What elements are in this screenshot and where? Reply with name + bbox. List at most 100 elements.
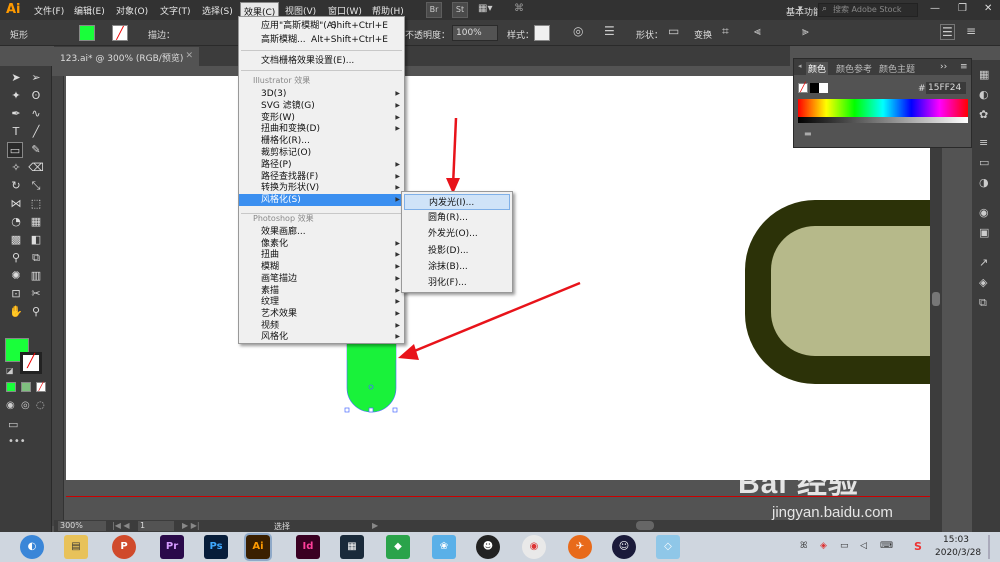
- input-method-icon[interactable]: ⌨: [880, 541, 893, 551]
- photoshop-effect-item[interactable]: 风格化 ▶: [239, 331, 404, 343]
- tab-color-guide[interactable]: 颜色参考: [836, 62, 872, 75]
- panel-expand-icon[interactable]: ››: [940, 62, 947, 72]
- baidu-watermark: Bai 经验 jingyan.baidu.com: [738, 458, 893, 521]
- zoom-field[interactable]: 300%: [58, 521, 106, 531]
- volume-icon[interactable]: ◁: [860, 541, 867, 551]
- hex-input[interactable]: 15FF24: [926, 82, 966, 94]
- layers-icon[interactable]: ◈: [979, 276, 987, 289]
- photoshop-effect-item[interactable]: 扭曲 ▶: [239, 249, 404, 261]
- app-bird-icon[interactable]: ❀: [432, 535, 456, 559]
- powerpoint-icon[interactable]: P: [112, 535, 136, 559]
- stylize-item[interactable]: 外发光(O)...: [404, 226, 510, 242]
- illustrator-icon[interactable]: Ai: [244, 533, 272, 561]
- photoshop-effect-item[interactable]: 素描 ▶: [239, 285, 404, 297]
- network-icon[interactable]: ▭: [840, 541, 849, 551]
- photoshop-effect-item[interactable]: 效果画廊...: [239, 226, 404, 238]
- black-swatch[interactable]: [810, 83, 819, 93]
- app-orange-icon[interactable]: ✈: [568, 535, 592, 559]
- illustrator-effect-item[interactable]: 变形(W) ▶: [239, 112, 404, 124]
- photoshop-effect-item[interactable]: 纹理 ▶: [239, 296, 404, 308]
- submenu-arrow-icon: ▶: [395, 172, 400, 180]
- tab-color[interactable]: 颜色: [806, 62, 829, 75]
- photoshop-effect-item-label: 风格化: [261, 332, 289, 343]
- artboard-number-field[interactable]: 1: [138, 521, 174, 531]
- video-editor-icon[interactable]: ▦: [340, 535, 364, 559]
- status-arrow-icon[interactable]: ▶: [372, 521, 378, 530]
- illustrator-effect-item-label: 路径查找器(F): [261, 171, 319, 182]
- effect-menu: 应用"高斯模糊"(A) Shift+Ctrl+E 高斯模糊... Alt+Shift…: [238, 16, 405, 344]
- illustrator-effect-item[interactable]: 风格化(S) ▶: [239, 194, 404, 207]
- illustrator-effect-item[interactable]: 栅格化(R)...: [239, 135, 404, 147]
- menu-item-apply-last[interactable]: 应用"高斯模糊"(A) Shift+Ctrl+E: [239, 20, 404, 32]
- photoshop-icon[interactable]: Ps: [204, 535, 228, 559]
- show-desktop[interactable]: [988, 535, 990, 559]
- hscroll-thumb[interactable]: [636, 521, 654, 530]
- white-swatch[interactable]: [819, 83, 828, 93]
- arrow-to-submenu: [451, 117, 458, 187]
- scroll-thumb[interactable]: [932, 292, 940, 306]
- illustrator-effect-item[interactable]: 转换为形状(V) ▶: [239, 182, 404, 194]
- stylize-item[interactable]: 内发光(I)...: [404, 194, 510, 210]
- photoshop-effect-item[interactable]: 像素化 ▶: [239, 238, 404, 250]
- last-effect-label: 高斯模糊...: [261, 35, 306, 45]
- swatches-icon[interactable]: ◐: [979, 88, 989, 101]
- graphic-styles-icon[interactable]: ▣: [979, 226, 989, 239]
- illustrator-effect-item[interactable]: 路径查找器(F) ▶: [239, 171, 404, 183]
- none-color-icon[interactable]: ╱: [798, 83, 808, 93]
- photoshop-effect-item[interactable]: 视频 ▶: [239, 320, 404, 332]
- photoshop-effect-item-label: 艺术效果: [261, 308, 298, 319]
- stroke-panel-icon[interactable]: ≡: [979, 136, 988, 149]
- chrome-icon[interactable]: ◉: [522, 535, 546, 559]
- gradient-panel-icon[interactable]: ▭: [979, 156, 989, 169]
- color-panel-icon[interactable]: ▦: [979, 68, 989, 81]
- clock-time: 15:03: [943, 535, 969, 545]
- panel-handle-icon[interactable]: ▬: [804, 129, 812, 138]
- photoshop-effect-item[interactable]: 画笔描边 ▶: [239, 273, 404, 285]
- clock-date: 2020/3/28: [935, 548, 982, 558]
- collapse-icon[interactable]: ◂: [798, 62, 802, 70]
- tray-icon-1[interactable]: ◈: [820, 541, 827, 551]
- app-blue-icon[interactable]: ◇: [656, 535, 680, 559]
- color-spectrum[interactable]: [798, 99, 968, 117]
- submenu-arrow-icon: ▶: [395, 309, 400, 317]
- qq-icon[interactable]: ☻: [476, 535, 500, 559]
- grayscale-ramp[interactable]: [798, 117, 968, 123]
- photoshop-effect-item-label: 纹理: [261, 297, 280, 308]
- brushes-icon[interactable]: ✿: [979, 108, 988, 121]
- apply-last-shortcut: Shift+Ctrl+E: [330, 21, 388, 31]
- app-avatar-icon[interactable]: ☺: [612, 535, 636, 559]
- stylize-item[interactable]: 圆角(R)...: [404, 210, 510, 226]
- first-artboard-icon[interactable]: |◀ ◀: [112, 521, 130, 530]
- app-green-icon[interactable]: ◆: [386, 535, 410, 559]
- hex-label: #: [918, 84, 926, 94]
- submenu-arrow-icon: ▶: [395, 298, 400, 306]
- illustrator-effect-item[interactable]: 3D(3) ▶: [239, 88, 404, 100]
- premiere-icon[interactable]: Pr: [160, 535, 184, 559]
- tab-color-themes[interactable]: 颜色主题: [879, 62, 915, 75]
- panel-options-icon[interactable]: ≡: [960, 62, 968, 72]
- indesign-icon[interactable]: Id: [296, 535, 320, 559]
- menu-item-last-effect[interactable]: 高斯模糊... Alt+Shift+Ctrl+E: [239, 34, 404, 46]
- appearance-icon[interactable]: ◉: [979, 206, 989, 219]
- menu-item-raster-settings[interactable]: 文档栅格效果设置(E)...: [239, 55, 404, 67]
- photoshop-effect-item[interactable]: 艺术效果 ▶: [239, 308, 404, 320]
- artboards-icon[interactable]: ⧉: [979, 296, 987, 310]
- stylize-item[interactable]: 羽化(F)...: [404, 275, 510, 291]
- illustrator-effects-header: Illustrator 效果: [253, 76, 311, 85]
- illustrator-effect-item[interactable]: SVG 滤镜(G) ▶: [239, 100, 404, 112]
- people-icon[interactable]: ꕤ: [800, 541, 808, 551]
- photoshop-effect-item[interactable]: 模糊 ▶: [239, 261, 404, 273]
- illustrator-effect-item-label: 扭曲和变换(D): [261, 124, 320, 135]
- illustrator-effect-item[interactable]: 裁剪标记(O): [239, 147, 404, 159]
- file-explorer-icon[interactable]: ▤: [64, 535, 88, 559]
- start-icon[interactable]: ◐: [20, 535, 44, 559]
- illustrator-effect-item[interactable]: 路径(P) ▶: [239, 159, 404, 171]
- transparency-icon[interactable]: ◑: [979, 176, 989, 189]
- next-artboard-icon[interactable]: ▶ ▶|: [182, 521, 200, 530]
- illustrator-effect-item[interactable]: 扭曲和变换(D) ▶: [239, 123, 404, 135]
- illustrator-effect-item-label: 转换为形状(V): [261, 183, 320, 194]
- sogou-icon[interactable]: S: [914, 540, 922, 553]
- stylize-item[interactable]: 投影(D)...: [404, 243, 510, 259]
- stylize-item[interactable]: 涂抹(B)...: [404, 259, 510, 275]
- export-icon[interactable]: ↗: [979, 256, 988, 269]
